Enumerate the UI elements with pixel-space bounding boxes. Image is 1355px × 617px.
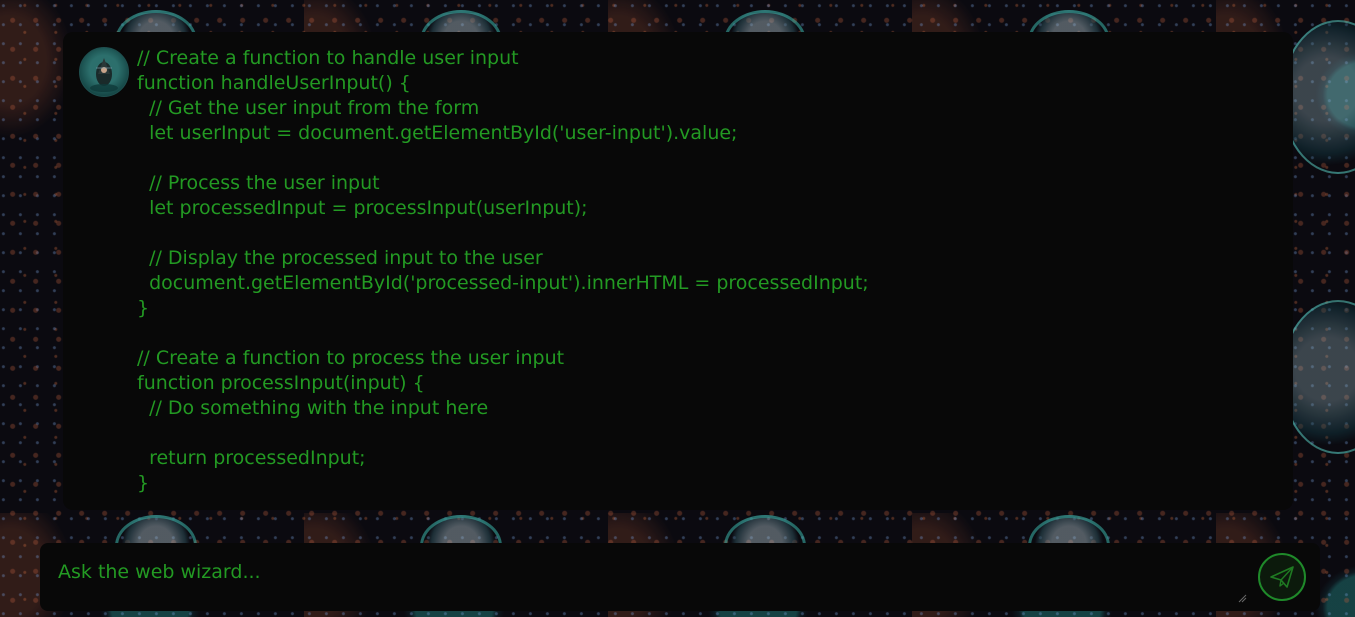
composer-bar [40, 543, 1320, 611]
background-top-row [0, 0, 1355, 72]
code-line: // Process the user input [137, 172, 380, 194]
chat-message: // Create a function to handle user inpu… [63, 32, 1293, 510]
wizard-avatar-icon [79, 47, 129, 97]
code-snippet: // Create a function to handle user inpu… [137, 46, 869, 496]
resize-grip-icon[interactable] [1237, 591, 1247, 603]
code-line: document.getElementById('processed-input… [137, 272, 869, 294]
code-line: function handleUserInput() { [137, 72, 411, 94]
code-line: function processInput(input) { [137, 372, 425, 394]
code-line: return processedInput; [137, 447, 366, 469]
code-line: } [137, 472, 150, 494]
code-line: // Display the processed input to the us… [137, 247, 543, 269]
send-button[interactable] [1258, 553, 1306, 601]
paper-plane-icon [1270, 566, 1294, 588]
code-line: // Create a function to handle user inpu… [137, 47, 519, 69]
code-line: // Get the user input from the form [137, 97, 480, 119]
code-line: // Create a function to process the user… [137, 347, 565, 369]
code-line: let userInput = document.getElementById(… [137, 122, 738, 144]
background-mid-row [0, 513, 1355, 577]
prompt-input[interactable] [40, 543, 1248, 605]
code-line: } [137, 297, 150, 319]
code-line: // Do something with the input here [137, 397, 489, 419]
code-line: let processedInput = processInput(userIn… [137, 197, 588, 219]
